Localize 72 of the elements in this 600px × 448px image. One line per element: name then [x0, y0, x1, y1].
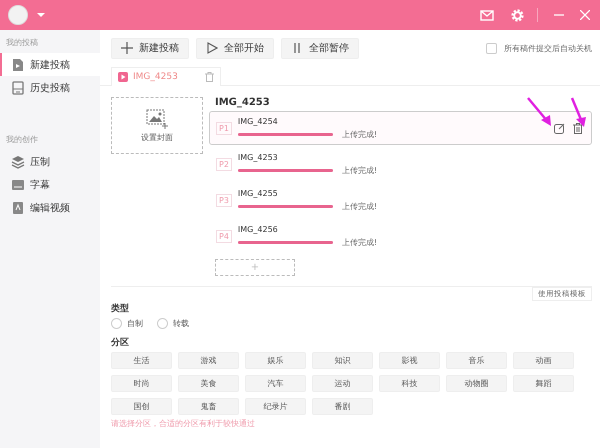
radio-button[interactable]: [157, 318, 168, 329]
sidebar-item[interactable]: 新建投稿: [0, 53, 100, 76]
category-button[interactable]: 影视: [379, 352, 440, 369]
subtitle-icon: [11, 178, 25, 192]
category-button[interactable]: 运动: [312, 375, 373, 392]
category-button[interactable]: 游戏: [178, 352, 239, 369]
part-row[interactable]: P1 IMG_4254 上传完成!: [209, 111, 592, 145]
part-row[interactable]: P4 IMG_4256 上传完成!: [209, 219, 592, 253]
upload-status: 上传完成!: [342, 200, 378, 212]
drive-icon: [11, 80, 25, 94]
sidebar-item[interactable]: 编辑视频: [0, 196, 100, 219]
annotation-arrow: [570, 98, 586, 127]
upload-status: 上传完成!: [342, 164, 378, 176]
category-button[interactable]: 知识: [312, 352, 373, 369]
category-button[interactable]: 纪录片: [245, 398, 306, 415]
category-button[interactable]: 科技: [379, 375, 440, 392]
mail-icon[interactable]: [480, 10, 494, 20]
layers-icon: [11, 154, 25, 168]
category-button[interactable]: 动物圈: [446, 375, 507, 392]
part-row[interactable]: P3 IMG_4255 上传完成!: [209, 183, 592, 217]
sidebar-item[interactable]: 压制: [0, 150, 100, 173]
settings-icon[interactable]: [510, 8, 525, 22]
section-label: 我的投稿: [5, 37, 39, 49]
section-label: 分区: [111, 336, 130, 349]
category-button[interactable]: 娱乐: [245, 352, 306, 369]
category-button[interactable]: 番剧: [312, 398, 373, 415]
toolbar-button[interactable]: 全部开始: [196, 38, 274, 58]
video-icon: [118, 72, 128, 82]
part-filename: IMG_4253: [238, 152, 279, 162]
part-filename: IMG_4256: [238, 224, 279, 234]
category-button[interactable]: 时尚: [111, 375, 172, 392]
trash-icon[interactable]: [573, 122, 583, 134]
play-icon: [206, 42, 218, 54]
category-button[interactable]: 美食: [178, 375, 239, 392]
video-title: IMG_4253: [215, 97, 271, 108]
part-row[interactable]: P2 IMG_4253 上传完成!: [209, 147, 592, 181]
image-add-icon: [146, 108, 168, 128]
edit-icon[interactable]: [554, 122, 565, 134]
category-button[interactable]: 动画: [513, 352, 574, 369]
checkbox-label: 所有稿件提交后自动关机: [504, 42, 592, 54]
sidebar-item[interactable]: 字幕: [0, 173, 100, 196]
radio-label: 自制: [127, 318, 143, 329]
cover-upload-area[interactable]: 设置封面: [111, 97, 203, 154]
category-button[interactable]: 舞蹈: [513, 375, 574, 392]
document-icon: [11, 58, 25, 72]
part-number: P2: [216, 158, 232, 170]
part-number: P3: [216, 194, 232, 206]
upload-status: 上传完成!: [342, 236, 378, 248]
radio-button[interactable]: [111, 318, 122, 329]
category-button[interactable]: 生活: [111, 352, 172, 369]
category-button[interactable]: 汽车: [245, 375, 306, 392]
radio-label: 转载: [173, 318, 189, 329]
section-label: 类型: [111, 302, 130, 315]
part-number: P4: [216, 230, 232, 242]
category-button[interactable]: 国创: [111, 398, 172, 415]
category-button[interactable]: 鬼畜: [178, 398, 239, 415]
part-number: P1: [216, 122, 232, 134]
toolbar-button[interactable]: 全部暂停: [281, 38, 359, 58]
part-filename: IMG_4254: [238, 116, 279, 126]
part-filename: IMG_4255: [238, 188, 279, 198]
section-label: 我的创作: [5, 134, 39, 146]
caret-icon[interactable]: [36, 12, 46, 18]
avatar-icon[interactable]: [8, 5, 28, 25]
hint-text: 请选择分区，合适的分区有利于较快通过: [111, 418, 256, 429]
category-button[interactable]: 音乐: [446, 352, 507, 369]
checkbox[interactable]: [486, 42, 497, 54]
upload-status: 上传完成!: [342, 128, 378, 140]
sidebar-item[interactable]: 历史投稿: [0, 76, 100, 99]
annotation-arrow: [527, 97, 551, 126]
plus-icon: [121, 42, 133, 54]
toolbar-button[interactable]: 新建投稿: [111, 38, 189, 58]
close-icon[interactable]: [580, 10, 590, 20]
